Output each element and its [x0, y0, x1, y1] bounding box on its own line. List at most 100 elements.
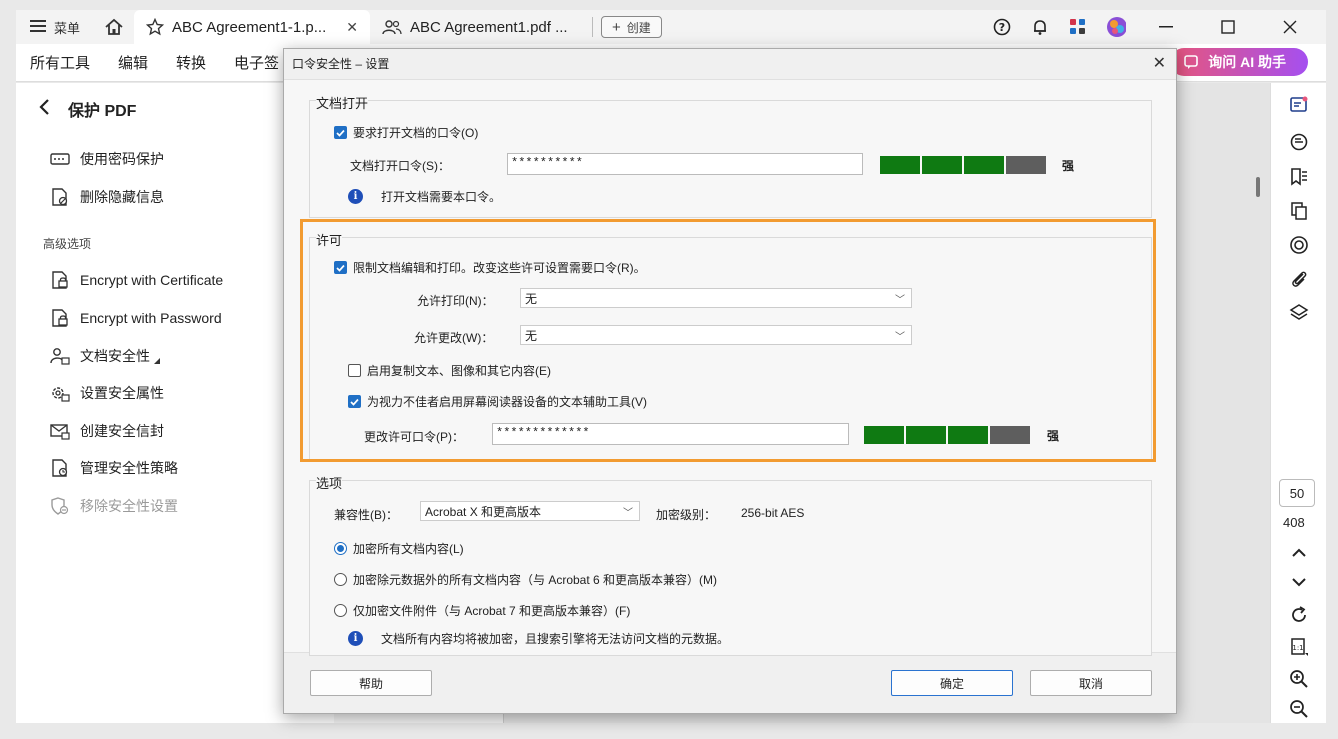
help-icon[interactable]: ? — [992, 17, 1012, 37]
tab-abc-agreement1-1[interactable]: ABC Agreement1-1.p... ✕ — [134, 10, 371, 44]
layers-icon[interactable] — [1287, 301, 1311, 325]
chevron-up-icon[interactable] — [1287, 541, 1311, 565]
restrict-editing-checkbox[interactable] — [334, 261, 347, 274]
policy-icon — [52, 459, 68, 477]
shield-remove-icon — [51, 497, 69, 515]
panel-item-remove-security[interactable]: 移除安全性设置 — [50, 496, 178, 516]
home-button[interactable] — [94, 10, 134, 44]
toolbar-esign[interactable]: 电子签 — [234, 52, 279, 73]
panel-item-security-policies[interactable]: 管理安全性策略 — [50, 458, 178, 478]
ai-assistant-button[interactable]: 询问 AI 助手 — [1170, 48, 1308, 76]
users-icon — [382, 20, 402, 35]
require-open-password-row[interactable]: 要求打开文档的口令(O) — [334, 124, 478, 141]
info-icon: i — [348, 631, 363, 646]
zoom-out-icon[interactable] — [1287, 697, 1311, 721]
window-close-icon[interactable] — [1268, 10, 1312, 44]
screen-reader-checkbox[interactable] — [348, 395, 361, 408]
panel-item-document-security[interactable]: 文档安全性 — [50, 346, 160, 366]
redact-file-icon — [52, 188, 68, 206]
panel-item-security-envelope[interactable]: 创建安全信封 — [50, 421, 164, 441]
bell-icon[interactable] — [1030, 17, 1050, 37]
panel-item-security-properties[interactable]: 设置安全属性 — [50, 383, 164, 403]
pages-icon[interactable] — [1287, 199, 1311, 223]
back-arrow-icon[interactable] — [38, 98, 50, 121]
fit-page-icon[interactable]: 1:1 — [1287, 635, 1311, 659]
apps-icon[interactable] — [1068, 17, 1088, 37]
info-icon: i — [348, 189, 363, 204]
attachment-icon[interactable] — [1287, 267, 1311, 291]
certificate-lock-icon — [52, 271, 68, 289]
permissions-group-label: 许可 — [316, 230, 343, 249]
chat-icon[interactable] — [1287, 130, 1311, 154]
encrypt-all-row[interactable]: 加密所有文档内容(L) — [334, 540, 464, 557]
menu-button[interactable]: 菜单 — [16, 10, 94, 44]
compatibility-label: 兼容性(B)： — [334, 508, 398, 522]
enable-copy-row[interactable]: 启用复制文本、图像和其它内容(E) — [348, 362, 551, 379]
close-icon[interactable]: ✕ — [346, 19, 358, 36]
ok-button[interactable]: 确定 — [891, 670, 1013, 696]
user-lock-icon — [50, 348, 70, 365]
help-button[interactable]: 帮助 — [310, 670, 432, 696]
panel-item-encrypt-certificate[interactable]: Encrypt with Certificate — [50, 271, 223, 289]
tab-abc-agreement1[interactable]: ABC Agreement1.pdf ... — [370, 10, 592, 44]
panel-item-password-protect[interactable]: 使用密码保护 — [50, 149, 164, 169]
encryption-info: i 文档所有内容均将被加密，且搜索引擎将无法访问文档的元数据。 — [348, 630, 729, 647]
ai-assistant-label: 询问 AI 助手 — [1208, 54, 1286, 70]
restrict-editing-row[interactable]: 限制文档编辑和打印。改变这些许可设置需要口令(R)。 — [334, 259, 646, 276]
open-password-info: i 打开文档需要本口令。 — [348, 188, 501, 205]
panel-item-remove-hidden[interactable]: 删除隐藏信息 — [50, 187, 164, 207]
create-button[interactable]: + 创建 — [601, 16, 662, 38]
svg-text:?: ? — [999, 21, 1005, 34]
maximize-icon[interactable] — [1206, 10, 1250, 44]
encryption-info-text: 文档所有内容均将被加密，且搜索引擎将无法访问文档的元数据。 — [381, 632, 730, 646]
comment-edit-icon[interactable] — [1287, 93, 1311, 117]
password-lock-icon — [52, 309, 68, 327]
panel-title: 保护 PDF — [68, 103, 137, 120]
title-bar: 菜单 ABC Agreement1-1.p... ✕ ABC Agreement… — [16, 10, 1326, 44]
dialog-content: 文档打开 要求打开文档的口令(O) 文档打开口令(S)： ********** … — [284, 79, 1176, 656]
panel-item-label: 移除安全性设置 — [80, 498, 178, 514]
cancel-button[interactable]: 取消 — [1030, 670, 1152, 696]
permissions-password-input[interactable]: ************* — [492, 423, 849, 445]
toolbar-edit[interactable]: 编辑 — [118, 52, 148, 73]
rotate-icon[interactable] — [1287, 603, 1311, 627]
profile-avatar-icon[interactable] — [1106, 17, 1126, 37]
panel-item-encrypt-password[interactable]: Encrypt with Password — [50, 309, 222, 327]
password-security-dialog: 口令安全性 – 设置 ✕ 文档打开 要求打开文档的口令(O) 文档打开口令(S)… — [283, 48, 1177, 714]
allow-print-select[interactable]: 无 ﹀ — [520, 288, 912, 308]
compatibility-value: Acrobat X 和更高版本 — [425, 504, 542, 519]
panel-item-label: 管理安全性策略 — [80, 460, 178, 476]
bookmark-icon[interactable] — [1287, 165, 1311, 189]
top-right-icons: ? — [992, 10, 1326, 44]
view-icon[interactable] — [1287, 233, 1311, 257]
panel-item-label: Encrypt with Password — [80, 310, 222, 326]
open-password-info-text: 打开文档需要本口令。 — [381, 190, 502, 204]
allow-change-select[interactable]: 无 ﹀ — [520, 325, 912, 345]
encrypt-attachments-radio[interactable] — [334, 604, 347, 617]
toolbar-all-tools[interactable]: 所有工具 — [30, 52, 90, 73]
encrypt-except-metadata-row[interactable]: 加密除元数据外的所有文档内容（与 Acrobat 6 和更高版本兼容）(M) — [334, 571, 717, 588]
compatibility-select[interactable]: Acrobat X 和更高版本 ﹀ — [420, 501, 640, 521]
chevron-down-icon: ﹀ — [895, 295, 905, 306]
menu-label: 菜单 — [54, 20, 81, 36]
require-open-password-checkbox[interactable] — [334, 126, 347, 139]
minimize-icon[interactable] — [1144, 10, 1188, 44]
enable-copy-checkbox[interactable] — [348, 364, 361, 377]
document-scrollbar[interactable] — [1256, 177, 1260, 197]
toolbar-convert[interactable]: 转换 — [176, 52, 206, 73]
chevron-down-icon[interactable] — [1287, 570, 1311, 594]
encrypt-except-metadata-radio[interactable] — [334, 573, 347, 586]
encrypt-all-radio[interactable] — [334, 542, 347, 555]
zoom-in-icon[interactable] — [1287, 667, 1311, 691]
open-password-input[interactable]: ********** — [507, 153, 863, 175]
right-toolbar: 50 408 1:1 — [1270, 83, 1326, 723]
panel-item-label: 设置安全属性 — [80, 385, 164, 401]
dialog-close-icon[interactable]: ✕ — [1153, 53, 1166, 73]
svg-text:1:1: 1:1 — [1292, 644, 1303, 652]
current-page-input[interactable]: 50 — [1279, 479, 1315, 507]
submenu-corner-icon — [154, 358, 160, 364]
screen-reader-row[interactable]: 为视力不佳者启用屏幕阅读器设备的文本辅助工具(V) — [348, 393, 647, 410]
encrypt-attachments-row[interactable]: 仅加密文件附件（与 Acrobat 7 和更高版本兼容）(F) — [334, 602, 630, 619]
allow-print-value: 无 — [525, 291, 538, 306]
panel-item-label: 文档安全性 — [80, 348, 150, 364]
